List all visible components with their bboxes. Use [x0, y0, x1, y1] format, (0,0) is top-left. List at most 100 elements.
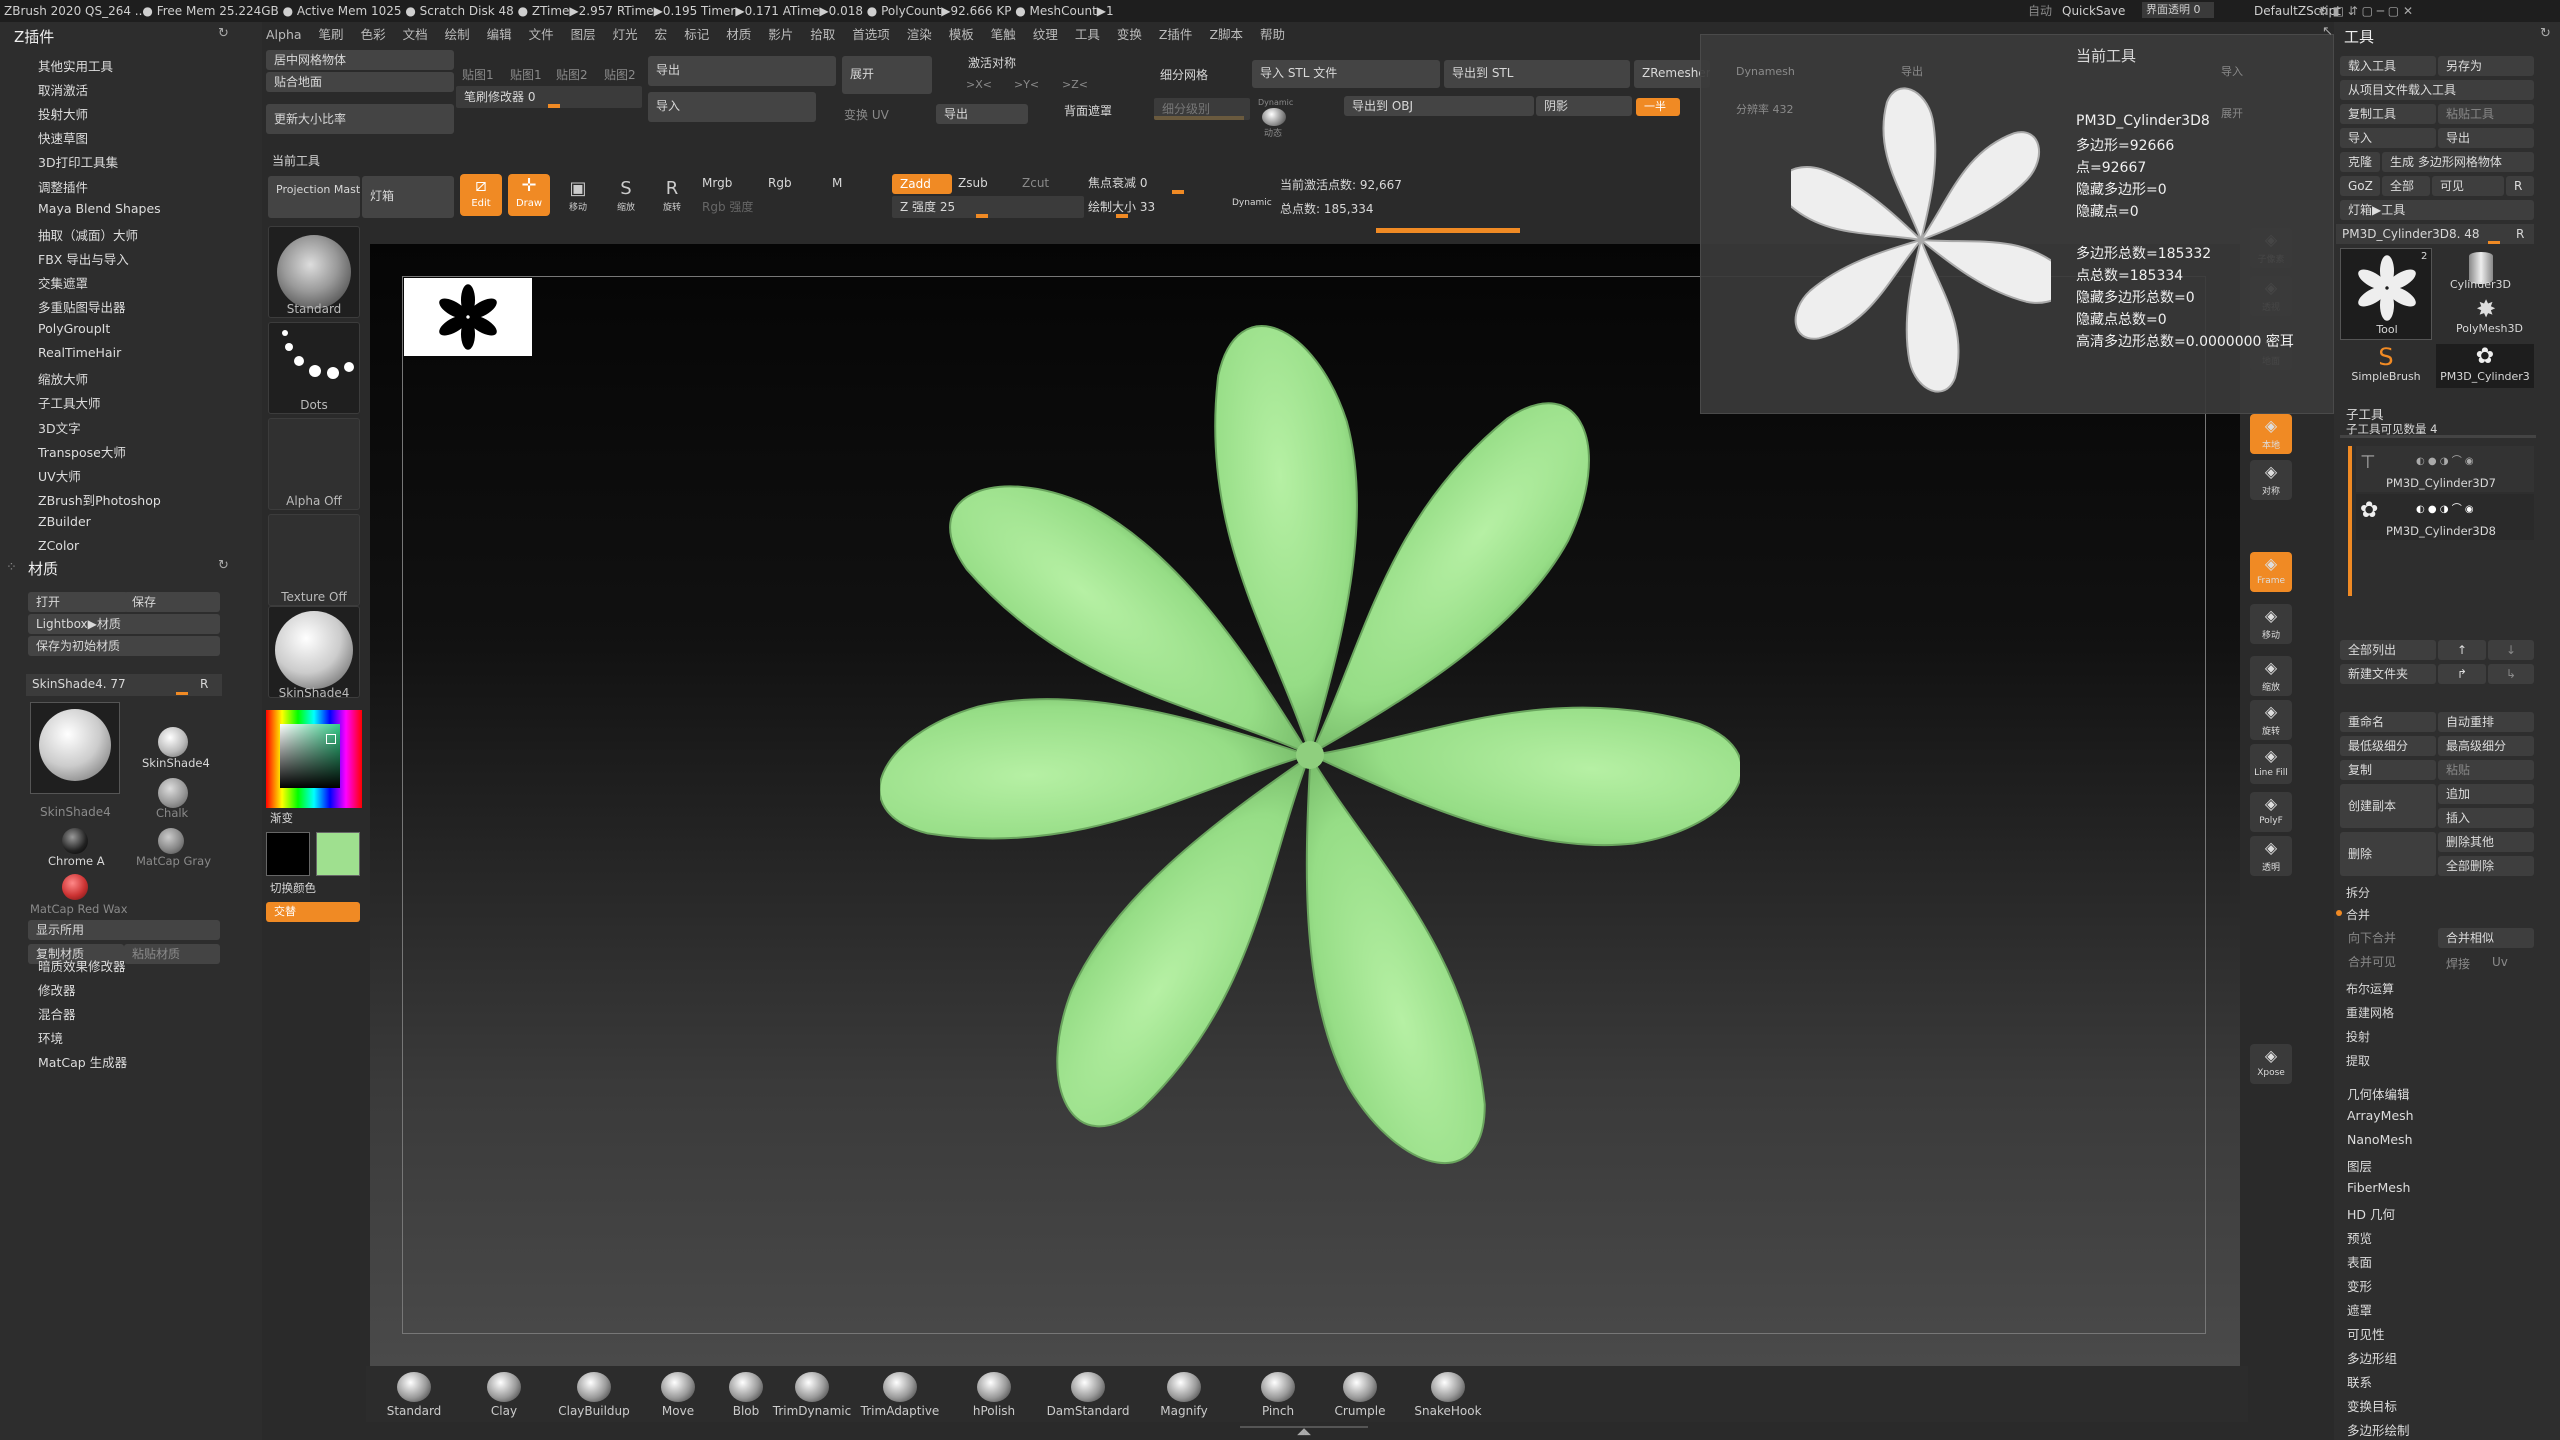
- polymesh-tool[interactable]: ✸ PolyMesh3D: [2456, 296, 2523, 335]
- tool-submenu-item[interactable]: 变换目标: [2347, 1396, 2397, 1415]
- brush-button[interactable]: Clay: [462, 1370, 546, 1418]
- subtool-toggle-icons[interactable]: ◐ ● ◑ ⌒ ◉: [2416, 500, 2474, 515]
- brush-button[interactable]: SnakeHook: [1406, 1370, 1490, 1418]
- leaf-model[interactable]: [880, 300, 1740, 1310]
- delete-other-button[interactable]: 删除其他: [2438, 832, 2534, 852]
- auto-reorder-button[interactable]: 自动重排: [2438, 712, 2534, 732]
- collapse-icon[interactable]: ↖: [2322, 24, 2333, 39]
- insert-button[interactable]: 插入: [2438, 808, 2534, 828]
- viewport-tool-button[interactable]: ◈ 本地: [2250, 414, 2292, 454]
- brush-button[interactable]: Crumple: [1318, 1370, 1402, 1418]
- material-submenu-item[interactable]: 暗质效果修改器: [38, 956, 126, 975]
- export-obj-button[interactable]: 导出到 OBJ: [1344, 96, 1534, 116]
- window-controls[interactable]: ⚙ ◧ ⇵ ▢ ─ ▢ ✕: [2318, 0, 2413, 22]
- backface-mask-button[interactable]: 背面遮罩: [1064, 102, 1112, 119]
- brush-button[interactable]: hPolish: [952, 1370, 1036, 1418]
- symmetry-z-button[interactable]: >Z<: [1062, 78, 1088, 91]
- menu-item[interactable]: 帮助: [1260, 27, 1285, 42]
- brush-button[interactable]: Standard: [372, 1370, 456, 1418]
- floor-button[interactable]: 贴合地面: [266, 72, 454, 92]
- zplugin-item[interactable]: ZBuilder: [38, 514, 91, 529]
- subtool-visible-count[interactable]: 子工具可见数量 4: [2340, 420, 2536, 438]
- material-submenu-item[interactable]: 修改器: [38, 980, 76, 999]
- material-submenu-item[interactable]: 环境: [38, 1028, 63, 1047]
- menu-item[interactable]: 材质: [726, 27, 751, 42]
- menu-item[interactable]: 宏: [655, 27, 668, 42]
- load-from-project-button[interactable]: 从项目文件载入工具: [2340, 80, 2534, 100]
- viewport-tool-button[interactable]: ◈ Frame: [2250, 552, 2292, 592]
- shadow-button[interactable]: 阴影: [1536, 96, 1632, 116]
- delete-button[interactable]: 删除: [2340, 832, 2436, 876]
- half-button[interactable]: 一半: [1636, 98, 1680, 116]
- brush-button[interactable]: DamStandard: [1046, 1370, 1130, 1418]
- navigation-thumbnail[interactable]: [404, 278, 532, 356]
- zadd-button[interactable]: Zadd: [892, 174, 952, 194]
- remesh-button[interactable]: 重建网格: [2346, 1004, 2394, 1021]
- zplugin-item[interactable]: 调整插件: [38, 177, 88, 196]
- zplugin-item[interactable]: RealTimeHair: [38, 345, 121, 360]
- uv-button[interactable]: Uv: [2492, 955, 2508, 969]
- focal-shift-slider[interactable]: 焦点衰减 0: [1080, 172, 1276, 194]
- viewport-tool-button[interactable]: ◈ Xpose: [2250, 1044, 2292, 1084]
- import-stl-button[interactable]: 导入 STL 文件: [1252, 60, 1440, 88]
- zcut-button[interactable]: Zcut: [1022, 176, 1049, 190]
- subdiv-level-slider[interactable]: 细分级别: [1154, 98, 1250, 120]
- rgb-intensity-slider[interactable]: Rgb 强度: [694, 196, 886, 218]
- rgb-button[interactable]: Rgb: [768, 176, 792, 190]
- export-stl-button[interactable]: 导出到 STL: [1444, 60, 1630, 88]
- show-used-button[interactable]: 显示所用: [28, 920, 220, 940]
- viewport-tool-button[interactable]: ◈ 透明: [2250, 836, 2292, 876]
- zplugin-item[interactable]: 投射大师: [38, 104, 88, 123]
- tool-submenu-item[interactable]: 可见性: [2347, 1324, 2385, 1343]
- zplugin-item[interactable]: ZBrush到Photoshop: [38, 490, 161, 509]
- zplugin-item[interactable]: FBX 导出与导入: [38, 249, 129, 268]
- tool-submenu-item[interactable]: 表面: [2347, 1252, 2372, 1271]
- material-preview-large[interactable]: [30, 702, 120, 794]
- dynamic-subdiv-icon[interactable]: [1262, 108, 1286, 126]
- new-folder-button[interactable]: 新建文件夹: [2340, 664, 2436, 684]
- secondary-color-swatch[interactable]: [316, 832, 360, 876]
- tool-submenu-item[interactable]: 预览: [2347, 1228, 2372, 1247]
- export-button[interactable]: 导出: [648, 56, 836, 86]
- subtool-item[interactable]: ⊤ ◐ ● ◑ ⌒ ◉ PM3D_Cylinder3D7: [2356, 446, 2534, 492]
- merge-down-button[interactable]: 向下合并: [2340, 928, 2436, 948]
- import-button[interactable]: 导入: [648, 92, 816, 122]
- gradient-label[interactable]: 渐变: [270, 810, 293, 826]
- project-button[interactable]: 投射: [2346, 1028, 2370, 1045]
- make-polymesh-button[interactable]: 生成 多边形网格物体: [2382, 152, 2534, 172]
- zplugin-item[interactable]: 取消激活: [38, 80, 88, 99]
- expand-button[interactable]: 展开: [2221, 105, 2243, 121]
- map-button[interactable]: 贴图2: [604, 66, 636, 83]
- symmetry-x-button[interactable]: >X<: [966, 78, 992, 91]
- primary-color-swatch[interactable]: [266, 832, 310, 876]
- reset-button[interactable]: R: [200, 677, 208, 691]
- tool-submenu-item[interactable]: FiberMesh: [2347, 1180, 2410, 1195]
- clone-button[interactable]: 克隆: [2340, 152, 2380, 172]
- tool-submenu-item[interactable]: 几何体编辑: [2347, 1084, 2410, 1103]
- color-picker[interactable]: [266, 710, 362, 808]
- tool-submenu-item[interactable]: 遮罩: [2347, 1300, 2372, 1319]
- open-button[interactable]: 打开: [28, 592, 128, 612]
- paste-button[interactable]: 粘贴: [2438, 760, 2534, 780]
- load-tool-button[interactable]: 载入工具: [2340, 56, 2436, 76]
- switch-color-button[interactable]: 切换颜色: [270, 880, 316, 896]
- pm3d-tool[interactable]: ✿ PM3D_Cylinder3: [2436, 344, 2534, 388]
- material-thumbnail[interactable]: [268, 606, 360, 698]
- refresh-icon[interactable]: ↻: [218, 558, 229, 573]
- scale-mode-button[interactable]: S 缩放: [606, 178, 646, 216]
- merge-button[interactable]: 合并: [2346, 906, 2370, 923]
- zremesher-button[interactable]: ZRemesher: [1634, 60, 1710, 88]
- tool-submenu-item[interactable]: ArrayMesh: [2347, 1108, 2414, 1123]
- uv-button[interactable]: 变换 UV: [844, 106, 889, 123]
- current-material-slider[interactable]: SkinShade4. 77 R: [26, 674, 222, 696]
- zplugin-item[interactable]: Maya Blend Shapes: [38, 201, 161, 216]
- paste-material-button[interactable]: 粘贴材质: [124, 944, 220, 964]
- arrow-down-icon[interactable]: ↓: [2488, 640, 2534, 660]
- duplicate-button[interactable]: 复制: [2340, 760, 2436, 780]
- menu-item[interactable]: 笔刷: [319, 27, 344, 42]
- zplugin-title[interactable]: Z插件: [14, 26, 54, 47]
- brush-button[interactable]: TrimDynamic: [770, 1370, 854, 1418]
- zplugin-item[interactable]: 3D打印工具集: [38, 152, 118, 171]
- zplugin-item[interactable]: 其他实用工具: [38, 56, 113, 75]
- append-button[interactable]: 追加: [2438, 784, 2534, 804]
